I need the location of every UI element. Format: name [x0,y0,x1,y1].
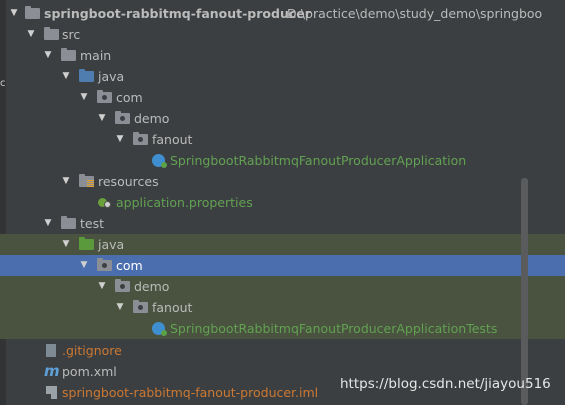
expand-arrow-icon[interactable]: ▼ [78,87,90,108]
expand-arrow-icon[interactable]: ▼ [114,297,126,318]
maven-icon: m [44,362,60,380]
expand-arrow-icon[interactable]: ▼ [96,276,108,297]
file-label-iml: springboot-rabbitmq-fanout-producer.iml [62,385,319,400]
tree-item-main[interactable]: ▼ main [0,45,565,66]
tree-item-test-class[interactable]: SpringbootRabbitmqFanoutProducerApplicat… [0,318,565,339]
tree-item-main-com[interactable]: ▼ com [0,87,565,108]
expand-arrow-icon[interactable]: ▼ [60,171,72,192]
project-name: springboot-rabbitmq-fanout-producer [44,6,311,21]
folder-label-test: test [80,216,105,231]
expand-arrow-icon[interactable]: ▼ [60,66,72,87]
expand-arrow-icon[interactable]: ▼ [8,3,20,24]
source-folder-icon [79,69,94,82]
package-label-test-fanout: fanout [152,300,193,315]
file-label-properties: application.properties [116,195,253,210]
file-label-gitignore: .gitignore [62,343,122,358]
tree-item-main-fanout[interactable]: ▼ fanout [0,129,565,150]
file-icon [46,344,56,357]
tree-item-test-fanout[interactable]: ▼ fanout [0,297,565,318]
expand-arrow-icon[interactable]: ▼ [42,45,54,66]
tree-item-app-class[interactable]: SpringbootRabbitmqFanoutProducerApplicat… [0,150,565,171]
module-folder-icon [25,6,40,19]
tree-item-app-properties[interactable]: application.properties [0,192,565,213]
tree-item-test-java[interactable]: ▼ java [0,234,565,255]
resources-folder-icon [79,174,94,187]
package-icon [97,258,112,271]
folder-icon [61,48,76,61]
vertical-scrollbar[interactable] [521,178,528,405]
package-label-demo: demo [134,111,170,126]
tree-item-resources[interactable]: ▼ resources [0,171,565,192]
spring-class-icon [152,154,167,168]
watermark: https://blog.csdn.net/jiayou516 [340,376,551,392]
project-path: D:\practice\demo\study_demo\springboo [287,6,543,21]
package-icon [97,90,112,103]
module-file-icon [46,386,57,399]
package-icon [115,279,130,292]
package-icon [133,300,148,313]
folder-label-src: src [62,27,81,42]
tree-item-gitignore[interactable]: .gitignore [0,340,565,361]
folder-label-resources: resources [98,174,159,189]
tree-item-test[interactable]: ▼ test [0,213,565,234]
tree-item-project-root[interactable]: ▼ springboot-rabbitmq-fanout-producer D:… [0,3,565,24]
expand-arrow-icon[interactable]: ▼ [25,24,37,45]
package-label-fanout: fanout [152,132,193,147]
package-icon [133,132,148,145]
properties-file-icon [98,196,112,210]
folder-label-test-java: java [98,237,125,252]
folder-label-main: main [80,48,112,63]
package-label-com: com [116,90,143,105]
package-label-test-demo: demo [134,279,170,294]
tree-item-main-demo[interactable]: ▼ demo [0,108,565,129]
expand-arrow-icon[interactable]: ▼ [42,213,54,234]
expand-arrow-icon[interactable]: ▼ [114,129,126,150]
file-label-pom: pom.xml [62,364,117,379]
expand-arrow-icon[interactable]: ▼ [78,255,90,276]
expand-arrow-icon[interactable]: ▼ [96,108,108,129]
tree-item-main-java[interactable]: ▼ java [0,66,565,87]
class-label-application: SpringbootRabbitmqFanoutProducerApplicat… [170,153,467,168]
test-class-icon [152,322,167,336]
tree-item-test-demo[interactable]: ▼ demo [0,276,565,297]
tree-item-src[interactable]: ▼ src [0,24,565,45]
folder-icon [61,216,76,229]
test-source-folder-icon [79,237,94,250]
package-label-test-com: com [116,258,143,273]
tree-item-test-com[interactable]: ▼ com [0,255,565,276]
folder-label-java: java [98,69,125,84]
folder-icon [44,27,59,40]
expand-arrow-icon[interactable]: ▼ [60,234,72,255]
package-icon [115,111,130,124]
class-label-tests: SpringbootRabbitmqFanoutProducerApplicat… [170,321,498,336]
